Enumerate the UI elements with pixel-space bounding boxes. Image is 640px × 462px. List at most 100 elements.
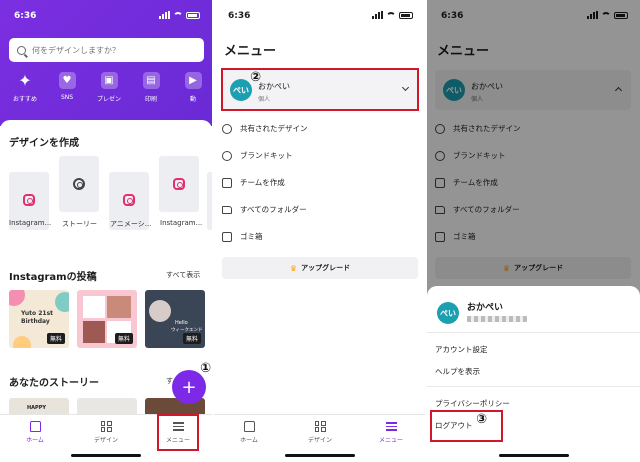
instagram-icon (23, 194, 35, 206)
print-icon: ▤ (142, 72, 160, 89)
nav-home[interactable]: ホーム (224, 421, 274, 444)
divider (427, 332, 640, 333)
upgrade-button[interactable]: ♛ アップグレード (222, 257, 418, 279)
free-badge: 無料 (182, 333, 201, 344)
nav-home[interactable]: ホーム (10, 421, 60, 444)
status-bar: 6:36 (214, 0, 425, 30)
section-title-stories: あなたのストーリー (9, 378, 99, 389)
video-icon: ▶ (184, 72, 202, 89)
instagram-icon (173, 178, 185, 190)
menu-item-create-team[interactable]: チームを作成 (222, 177, 285, 188)
post-card-text: Hello (175, 320, 188, 326)
home-screen: 6:36 ✦ おすすめ ♥ SNS ▣ プレゼン (0, 0, 212, 462)
status-bar: 6:36 (0, 0, 212, 30)
nav-menu[interactable]: メニュー (366, 421, 416, 444)
menu-item-trash[interactable]: ゴミ箱 (222, 231, 263, 242)
category-row: ✦ おすすめ ♥ SNS ▣ プレゼン ▤ 印刷 ▶ 動 (4, 71, 212, 103)
story-icon (73, 178, 85, 190)
post-card-text: Birthday (21, 318, 50, 325)
status-icons (159, 11, 200, 19)
menu-item-shared[interactable]: 共有されたデザイン (222, 123, 308, 134)
nav-label: デザイン (307, 437, 332, 444)
nav-design[interactable]: デザイン (295, 421, 345, 444)
template-label: Instagram... (160, 219, 203, 227)
menu-item-label: チームを作成 (240, 178, 285, 187)
account-settings-item[interactable]: アカウント設定 (435, 344, 488, 355)
heart-chat-icon: ♥ (58, 72, 76, 89)
menu-item-label: ゴミ箱 (240, 232, 263, 241)
category-print[interactable]: ▤ 印刷 (130, 72, 172, 103)
home-header: 6:36 ✦ おすすめ ♥ SNS ▣ プレゼン (0, 0, 212, 126)
status-time: 6:36 (14, 11, 37, 21)
home-indicator (71, 454, 141, 457)
status-icons (372, 11, 413, 19)
nav-label: ホーム (240, 437, 258, 444)
category-label: 動 (189, 96, 196, 103)
template-partial[interactable] (207, 172, 212, 230)
category-label: プレゼン (96, 96, 121, 103)
crown-icon: ♛ (289, 263, 298, 273)
highlight-box-logout (430, 410, 503, 442)
wifi-icon (173, 11, 183, 19)
battery-icon (186, 11, 200, 19)
help-item[interactable]: ヘルプを表示 (435, 366, 480, 377)
category-presentation[interactable]: ▣ プレゼン (88, 72, 130, 103)
nav-label: メニュー (378, 437, 403, 444)
search-input[interactable] (32, 45, 192, 55)
nav-design[interactable]: デザイン (81, 421, 131, 444)
bottom-nav: ホーム デザイン メニュー (214, 414, 425, 462)
section-title-create: デザインを作成 (9, 138, 79, 149)
menu-screen: 6:36 メニュー ぺい おかぺい 個人 ② 共有されたデザイン ブランドキット… (214, 0, 425, 462)
menu-item-label: すべてのフォルダー (240, 205, 307, 214)
search-icon (17, 45, 26, 55)
template-instagram-2[interactable] (159, 156, 199, 212)
home-icon (243, 421, 255, 432)
post-card-birthday[interactable]: Yuto 21st Birthday 無料 (9, 290, 69, 348)
battery-icon (399, 11, 413, 19)
post-card-weekend[interactable]: Hello ウィークエンド 無料 (145, 290, 205, 348)
upgrade-label: アップグレード (301, 264, 351, 272)
template-label: Instagram... (9, 219, 52, 227)
trash-icon (222, 231, 232, 242)
menu-item-label: ブランドキット (240, 151, 293, 160)
nav-label: ホーム (26, 437, 44, 444)
redacted-email (467, 316, 527, 322)
wifi-icon (386, 11, 396, 19)
template-story[interactable] (59, 156, 99, 212)
grid-icon (100, 421, 112, 432)
story-card-text: HAPPY (27, 405, 47, 411)
category-sns[interactable]: ♥ SNS (46, 72, 88, 103)
home-icon (29, 421, 41, 432)
category-recommended[interactable]: ✦ おすすめ (4, 71, 46, 103)
plus-icon: + (181, 376, 197, 398)
status-time: 6:36 (228, 11, 251, 21)
users-icon (222, 123, 232, 134)
account-sheet-screen: 6:36 メニュー ぺい おかぺい 個人 共有されたデザイン ブランドキット チ… (427, 0, 640, 462)
free-badge: 無料 (114, 333, 133, 344)
page-title: メニュー (224, 44, 277, 59)
category-video[interactable]: ▶ 動 (172, 72, 212, 103)
see-all-link[interactable]: すべて表示 (166, 270, 200, 280)
menu-item-brand-kit[interactable]: ブランドキット (222, 150, 293, 161)
highlight-box-menu (157, 414, 199, 451)
privacy-policy-item[interactable]: プライバシーポリシー (435, 398, 510, 409)
divider (427, 386, 640, 387)
brand-kit-icon (222, 150, 232, 161)
building-icon (222, 177, 232, 188)
category-label: SNS (60, 94, 74, 101)
post-card-cake[interactable]: 無料 (77, 290, 137, 348)
folder-icon (222, 205, 232, 214)
sparkle-icon: ✦ (18, 71, 32, 90)
search-bar[interactable] (9, 38, 204, 62)
category-label: 印刷 (144, 96, 157, 103)
signal-icon (372, 11, 383, 19)
template-label: アニメーシ... (110, 220, 152, 228)
section-title-posts: Instagramの投稿 (9, 272, 97, 283)
annotation-step-1: ① (200, 361, 212, 376)
home-indicator (498, 454, 569, 457)
presentation-icon: ▣ (100, 72, 118, 89)
template-label: ストーリー (62, 220, 97, 228)
instagram-icon (123, 194, 135, 206)
post-card-text: Yuto 21st (21, 310, 54, 317)
menu-item-folders[interactable]: すべてのフォルダー (222, 204, 307, 215)
